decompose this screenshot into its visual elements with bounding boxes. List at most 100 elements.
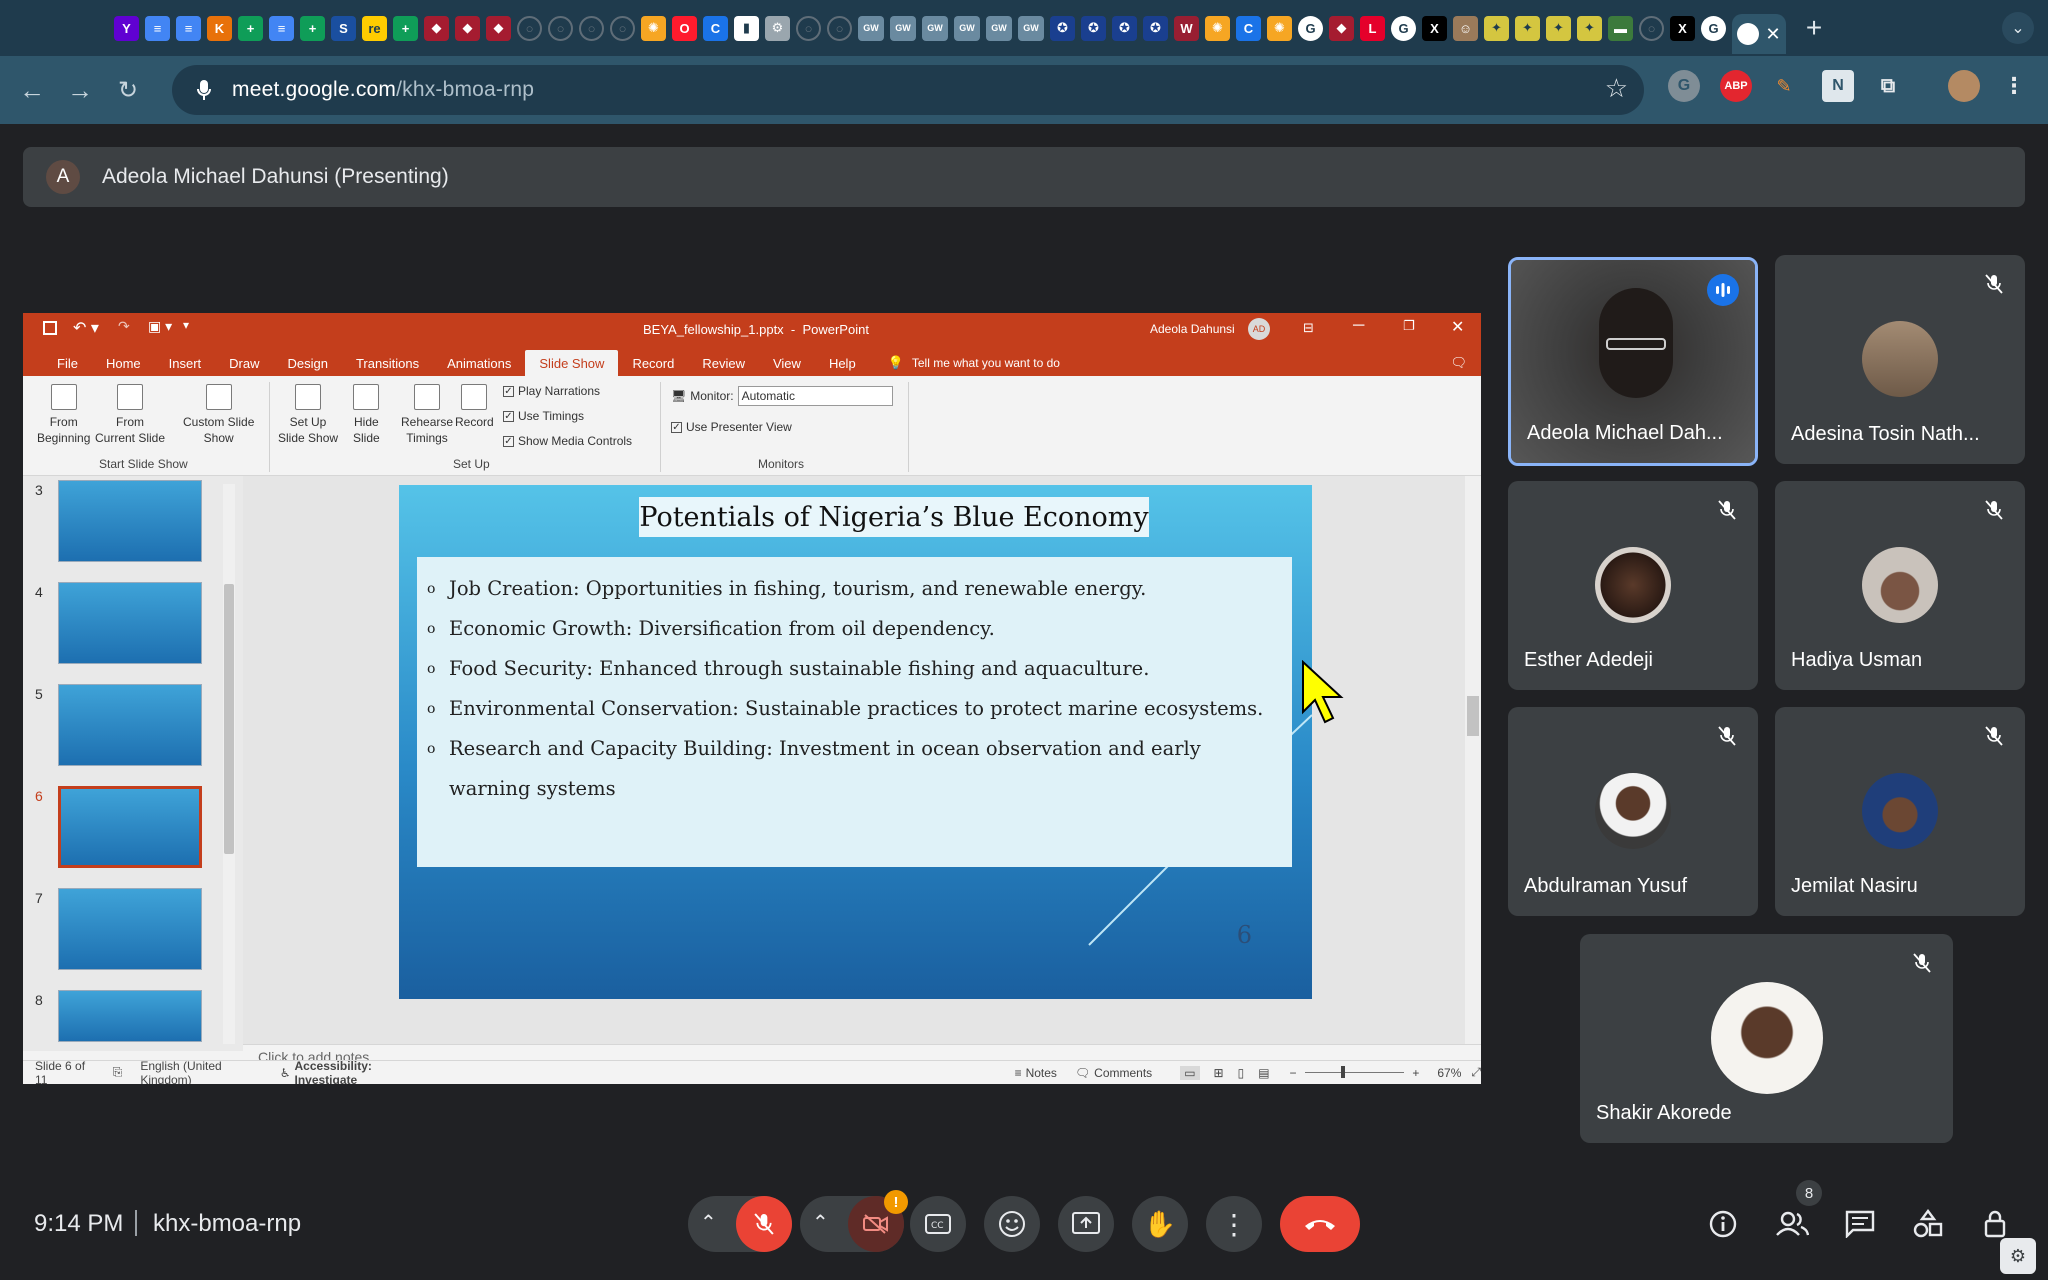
crest-favicon-icon[interactable]: ◆ — [1329, 15, 1354, 41]
close-window-icon[interactable]: ✕ — [1451, 317, 1464, 337]
slideshow-view-icon[interactable]: ▤ — [1258, 1066, 1269, 1080]
participant-tile-speaking[interactable]: Adeola Michael Dah... — [1508, 257, 1758, 466]
notion-extension-icon[interactable]: N — [1822, 70, 1854, 102]
present-icon[interactable]: ▣ ▾ — [148, 318, 172, 335]
bird-favicon-icon[interactable]: ✦ — [1577, 15, 1602, 41]
seal-favicon-icon[interactable]: ✪ — [1143, 15, 1168, 41]
x-favicon-icon[interactable]: X — [1670, 15, 1695, 41]
docs-favicon-icon[interactable]: ≡ — [269, 15, 294, 41]
audio-settings-button[interactable]: ⌃ — [688, 1196, 792, 1252]
docs-favicon-icon[interactable]: ≡ — [145, 15, 170, 41]
presenter-view-checkbox[interactable]: ✓ Use Presenter View — [671, 420, 792, 434]
zoom-in-icon[interactable]: + — [1412, 1066, 1419, 1080]
from-beginning-button[interactable]: From Beginning — [37, 384, 90, 446]
participant-tile[interactable]: Abdulraman Yusuf — [1508, 707, 1758, 916]
browser-menu-icon[interactable]: ⋮ — [1998, 70, 2030, 102]
accessibility-status[interactable]: Accessibility: Investigate — [295, 1059, 425, 1085]
google-favicon-icon[interactable]: G — [1298, 15, 1323, 41]
ribbon-tab-animations[interactable]: Animations — [433, 350, 525, 376]
google-favicon-icon[interactable]: G — [1391, 15, 1416, 41]
gw-favicon-icon[interactable]: GW — [858, 15, 884, 41]
use-timings-checkbox[interactable]: ✓ Use Timings — [503, 409, 584, 423]
spellcheck-icon[interactable]: ⎘ — [113, 1065, 123, 1080]
site-info-icon[interactable] — [184, 70, 224, 110]
profile-avatar[interactable] — [1948, 70, 1980, 102]
globe-favicon-icon[interactable]: ○ — [517, 15, 542, 41]
activities-button[interactable] — [1906, 1202, 1950, 1246]
tell-me-box[interactable]: Tell me what you want to do — [912, 350, 1060, 376]
zoom-out-icon[interactable]: − — [1290, 1066, 1297, 1080]
minimize-icon[interactable]: ─ — [1353, 317, 1364, 335]
redo-icon[interactable]: ↷ — [118, 318, 130, 335]
yahoo-favicon-icon[interactable]: Y — [114, 15, 139, 41]
editor-scrollbar[interactable] — [1465, 476, 1481, 1044]
color-extension-icon[interactable]: ✎ — [1768, 70, 1800, 102]
reload-button[interactable]: ↻ — [108, 70, 148, 110]
video-settings-button[interactable]: ⌃ ! — [800, 1190, 908, 1252]
crest-favicon-icon[interactable]: ◆ — [455, 15, 480, 41]
seal-favicon-icon[interactable]: ✪ — [1081, 15, 1106, 41]
forward-button[interactable]: → — [60, 70, 100, 110]
ribbon-tab-file[interactable]: File — [43, 350, 92, 376]
globe-favicon-icon[interactable]: ○ — [827, 15, 852, 41]
record-button[interactable]: Record — [455, 384, 494, 430]
hide-slide-button[interactable]: Hide Slide — [353, 384, 380, 446]
gw-favicon-icon[interactable]: GW — [954, 15, 980, 41]
bird-favicon-icon[interactable]: ✦ — [1515, 15, 1540, 41]
crest-favicon-icon[interactable]: ◆ — [486, 15, 511, 41]
zoom-level[interactable]: 67% — [1437, 1066, 1461, 1080]
ribbon-tab-insert[interactable]: Insert — [155, 350, 216, 376]
participant-tile[interactable]: Hadiya Usman — [1775, 481, 2025, 690]
gw-favicon-icon[interactable]: GW — [890, 15, 916, 41]
comments-ribbon-icon[interactable]: 🗨 — [1450, 350, 1467, 376]
extensions-puzzle-icon[interactable]: ⧉ — [1872, 70, 1904, 102]
ribbon-tab-view[interactable]: View — [759, 350, 815, 376]
slide-thumbnail[interactable] — [58, 582, 202, 664]
ribbon-tab-slide-show[interactable]: Slide Show — [525, 350, 619, 376]
ribbon-tab-help[interactable]: Help — [815, 350, 870, 376]
chat-button[interactable] — [1838, 1202, 1882, 1246]
t-favicon-icon[interactable]: ▮ — [734, 15, 759, 41]
x-favicon-icon[interactable]: X — [1422, 15, 1447, 41]
slide-thumbnail[interactable] — [58, 990, 202, 1042]
notes-button[interactable]: Notes — [1026, 1066, 1057, 1080]
ppt-user-avatar[interactable]: AD — [1248, 318, 1270, 340]
slide-thumbnail[interactable] — [58, 888, 202, 970]
globe-favicon-icon[interactable]: ○ — [579, 15, 604, 41]
seal-favicon-icon[interactable]: ✪ — [1112, 15, 1137, 41]
google-favicon-icon[interactable]: G — [1701, 15, 1726, 41]
zoom-slider-thumb[interactable] — [1340, 1066, 1345, 1078]
ribbon-tab-design[interactable]: Design — [274, 350, 342, 376]
participant-tile[interactable]: Adesina Tosin Nath... — [1775, 255, 2025, 464]
slide-thumbnail[interactable] — [58, 684, 202, 766]
reactions-button[interactable] — [984, 1196, 1040, 1252]
krc-favicon-icon[interactable]: K — [207, 15, 232, 41]
seal-favicon-icon[interactable]: ✪ — [1050, 15, 1075, 41]
monitor-select[interactable]: 🖥 Monitor: Automatic — [671, 386, 893, 406]
slide-sorter-icon[interactable]: ⊞ — [1214, 1066, 1224, 1080]
show-media-checkbox[interactable]: ✓ Show Media Controls — [503, 434, 632, 448]
zoom-slider[interactable] — [1304, 1066, 1405, 1078]
sheets-favicon-icon[interactable]: + — [238, 15, 263, 41]
gw-favicon-icon[interactable]: GW — [1018, 15, 1044, 41]
url-text[interactable]: meet.google.com/khx-bmoa-rnp — [232, 78, 534, 102]
setup-show-button[interactable]: Set Up Slide Show — [278, 384, 338, 446]
sun-favicon-icon[interactable]: ✺ — [1267, 15, 1292, 41]
participant-tile[interactable]: Shakir Akorede — [1580, 934, 1953, 1143]
globe-favicon-icon[interactable]: ○ — [548, 15, 573, 41]
fit-to-window-icon[interactable]: ⤢ — [1471, 1065, 1481, 1080]
play-narrations-checkbox[interactable]: ✓ Play Narrations — [503, 384, 600, 398]
docs-favicon-icon[interactable]: ≡ — [176, 15, 201, 41]
ribbon-tab-record[interactable]: Record — [618, 350, 688, 376]
slide-thumbnail-selected[interactable] — [58, 786, 202, 868]
avatar-favicon-icon[interactable]: ☺ — [1453, 15, 1478, 41]
wsu-favicon-icon[interactable]: W — [1174, 15, 1199, 41]
c-favicon-icon[interactable]: C — [703, 15, 728, 41]
bird-favicon-icon[interactable]: ✦ — [1484, 15, 1509, 41]
current-slide[interactable]: Potentials of Nigeria’s Blue Economy o Jo… — [399, 485, 1312, 999]
scrollbar-thumb[interactable] — [224, 584, 234, 854]
grammarly-extension-icon[interactable]: G — [1668, 70, 1700, 102]
s-favicon-icon[interactable]: S — [331, 15, 356, 41]
captions-button[interactable]: CC — [910, 1196, 966, 1252]
custom-show-button[interactable]: Custom Slide Show — [183, 384, 254, 446]
